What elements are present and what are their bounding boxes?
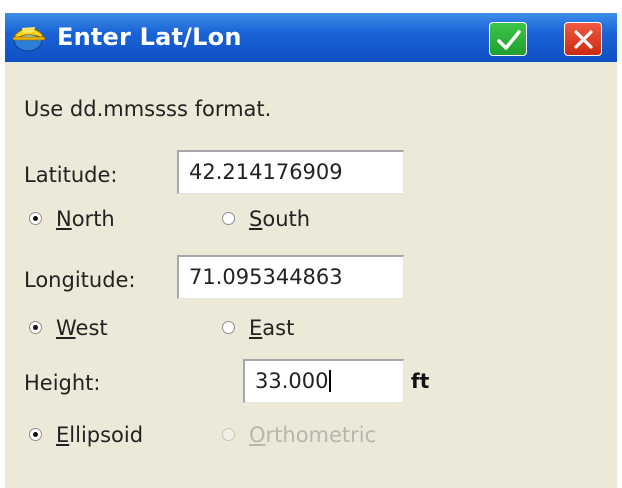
radio-south-indicator: [222, 212, 235, 225]
title-bar: Enter Lat/Lon: [5, 13, 617, 62]
close-button[interactable]: [564, 22, 602, 56]
height-label: Height:: [24, 371, 101, 395]
latitude-label: Latitude:: [24, 163, 118, 187]
longitude-label: Longitude:: [24, 268, 136, 292]
radio-ellipsoid-indicator: [29, 428, 42, 441]
radio-west[interactable]: West: [29, 316, 108, 340]
format-instructions: Use dd.mmssss format.: [24, 97, 272, 121]
radio-east-indicator: [222, 321, 235, 334]
height-unit: ft: [411, 369, 430, 393]
enter-latlon-dialog: Enter Lat/Lon Use dd.mmssss format. Lati…: [5, 13, 617, 488]
checkmark-icon: [497, 30, 521, 50]
close-icon: [574, 30, 593, 49]
radio-north-indicator: [29, 212, 42, 225]
radio-east[interactable]: East: [222, 316, 294, 340]
hardhat-globe-icon: [12, 22, 46, 52]
latitude-input[interactable]: 42.214176909: [177, 150, 404, 194]
height-input[interactable]: 33.000: [243, 359, 404, 403]
dialog-title: Enter Lat/Lon: [57, 23, 242, 51]
radio-ellipsoid[interactable]: Ellipsoid: [29, 423, 143, 447]
radio-north[interactable]: North: [29, 207, 115, 231]
radio-south[interactable]: South: [222, 207, 310, 231]
text-cursor: [329, 370, 332, 392]
radio-orthometric: Orthometric: [222, 423, 376, 447]
ok-button[interactable]: [489, 22, 527, 56]
radio-orthometric-indicator: [222, 428, 235, 441]
longitude-input[interactable]: 71.095344863: [177, 255, 404, 299]
height-value: 33.000: [255, 369, 329, 393]
radio-west-indicator: [29, 321, 42, 334]
